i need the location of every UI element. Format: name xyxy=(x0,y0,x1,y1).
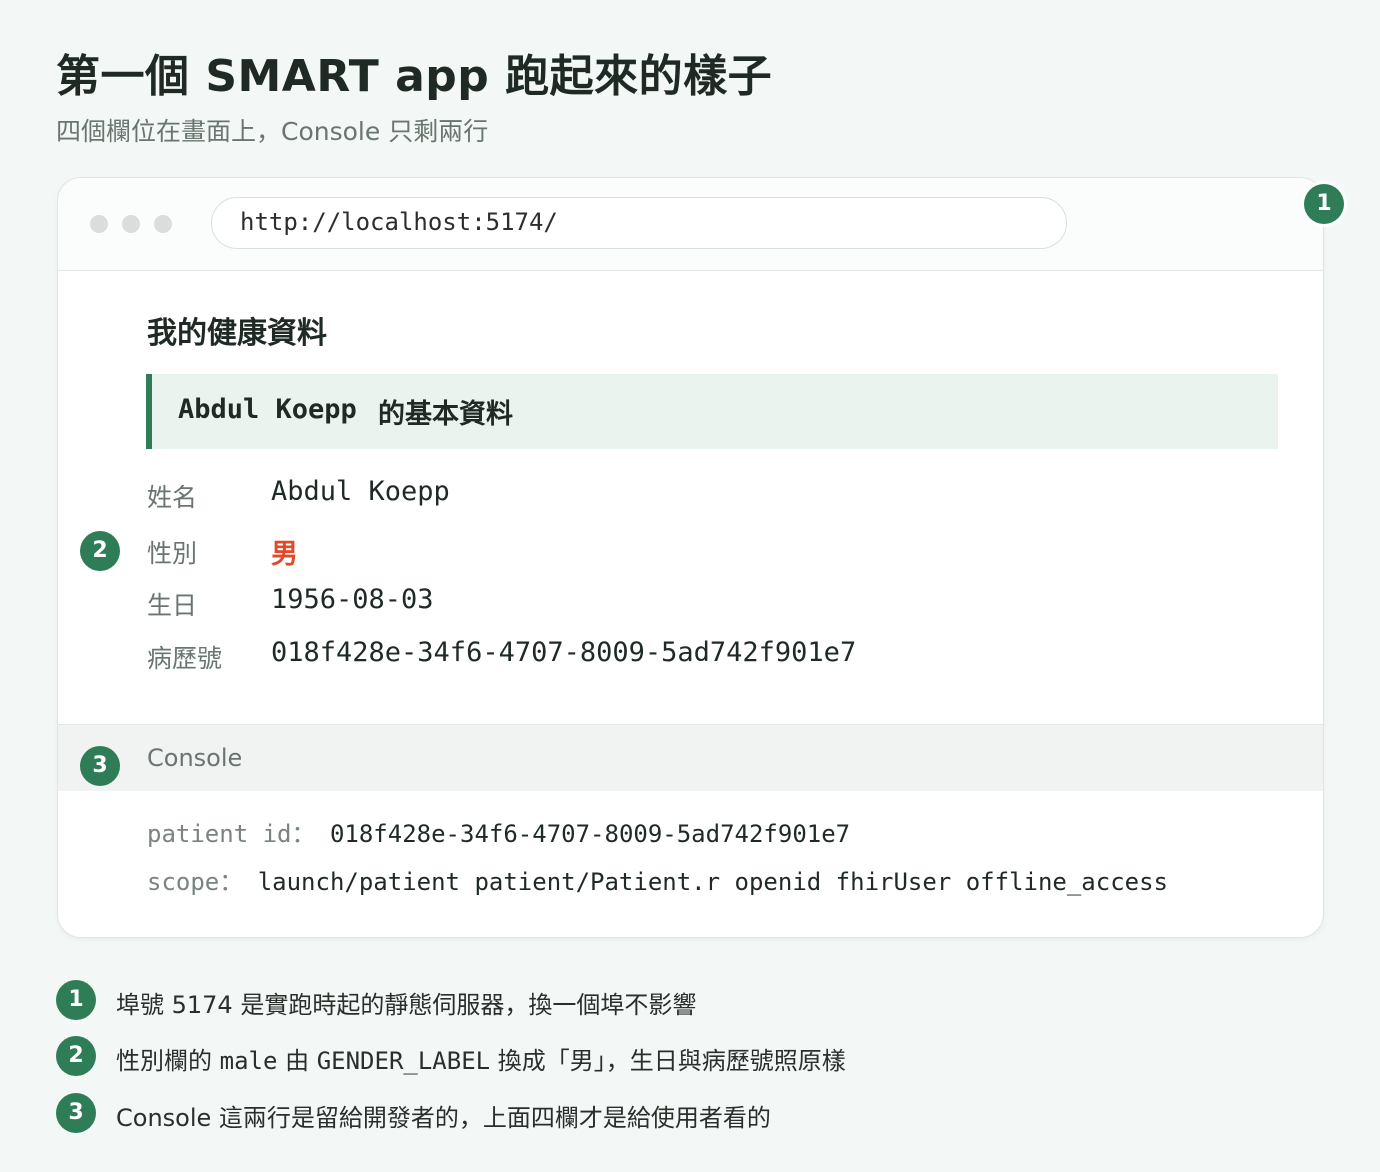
console-key: patient id： xyxy=(147,820,316,848)
note-2-code: male xyxy=(219,1047,278,1075)
console-line: scope： launch/patient patient/Patient.r … xyxy=(147,862,1168,897)
field-label-gender: 性別 xyxy=(147,539,198,568)
console-value: 018f428e-34f6-4707-8009-5ad742f901e7 xyxy=(329,820,851,848)
field-label-mrn: 病歷號 xyxy=(147,644,223,673)
console-title: Console xyxy=(147,744,243,772)
browser-window: http://localhost:5174/ 我的健康資料 Abdul Koep… xyxy=(57,177,1324,938)
window-dot-icon[interactable] xyxy=(122,215,140,233)
console-value: launch/patient patient/Patient.r openid … xyxy=(257,868,1169,896)
field-value-birthdate: 1956-08-03 xyxy=(271,584,434,615)
field-label-birthdate: 生日 xyxy=(147,591,198,620)
note-2-code: GENDER_LABEL xyxy=(316,1047,491,1075)
note-2: 性別欄的 male 由 GENDER_LABEL 換成「男」，生日與病歷號照原樣 xyxy=(116,1041,846,1076)
console-header: Console xyxy=(58,724,1323,791)
note-2-text: 性別欄的 xyxy=(116,1047,220,1075)
note-3: Console 這兩行是留給開發者的，上面四欄才是給使用者看的 xyxy=(116,1104,771,1132)
note-2-text: 換成「男」，生日與病歷號照原樣 xyxy=(490,1047,846,1075)
note-badge-1: 1 xyxy=(56,980,96,1020)
field-value-gender: 男 xyxy=(271,539,298,570)
browser-titlebar: http://localhost:5174/ xyxy=(58,178,1323,271)
window-dot-icon[interactable] xyxy=(154,215,172,233)
console-line: patient id： 018f428e-34f6-4707-8009-5ad7… xyxy=(147,814,850,849)
banner-suffix: 的基本資料 xyxy=(378,399,513,430)
address-bar[interactable]: http://localhost:5174/ xyxy=(211,197,1067,249)
page-subtitle: 四個欄位在畫面上，Console 只剩兩行 xyxy=(56,117,489,146)
note-1: 埠號 5174 是實跑時起的靜態伺服器，換一個埠不影響 xyxy=(116,991,697,1019)
callout-badge-1: 1 xyxy=(1304,184,1344,224)
field-value-mrn: 018f428e-34f6-4707-8009-5ad742f901e7 xyxy=(271,637,857,668)
note-badge-3: 3 xyxy=(56,1093,96,1133)
patient-banner: Abdul Koepp 的基本資料 xyxy=(146,374,1278,449)
field-value-name: Abdul Koepp xyxy=(271,476,450,507)
note-2-text: 由 xyxy=(277,1047,317,1075)
app-heading: 我的健康資料 xyxy=(147,316,327,351)
note-badge-2: 2 xyxy=(56,1036,96,1076)
window-dot-icon[interactable] xyxy=(90,215,108,233)
field-label-name: 姓名 xyxy=(147,483,198,512)
page-title: 第一個 SMART app 跑起來的樣子 xyxy=(56,51,773,102)
banner-patient-name: Abdul Koepp xyxy=(178,394,357,425)
callout-badge-2: 2 xyxy=(80,531,120,571)
console-key: scope： xyxy=(147,868,244,896)
callout-badge-3: 3 xyxy=(80,746,120,786)
